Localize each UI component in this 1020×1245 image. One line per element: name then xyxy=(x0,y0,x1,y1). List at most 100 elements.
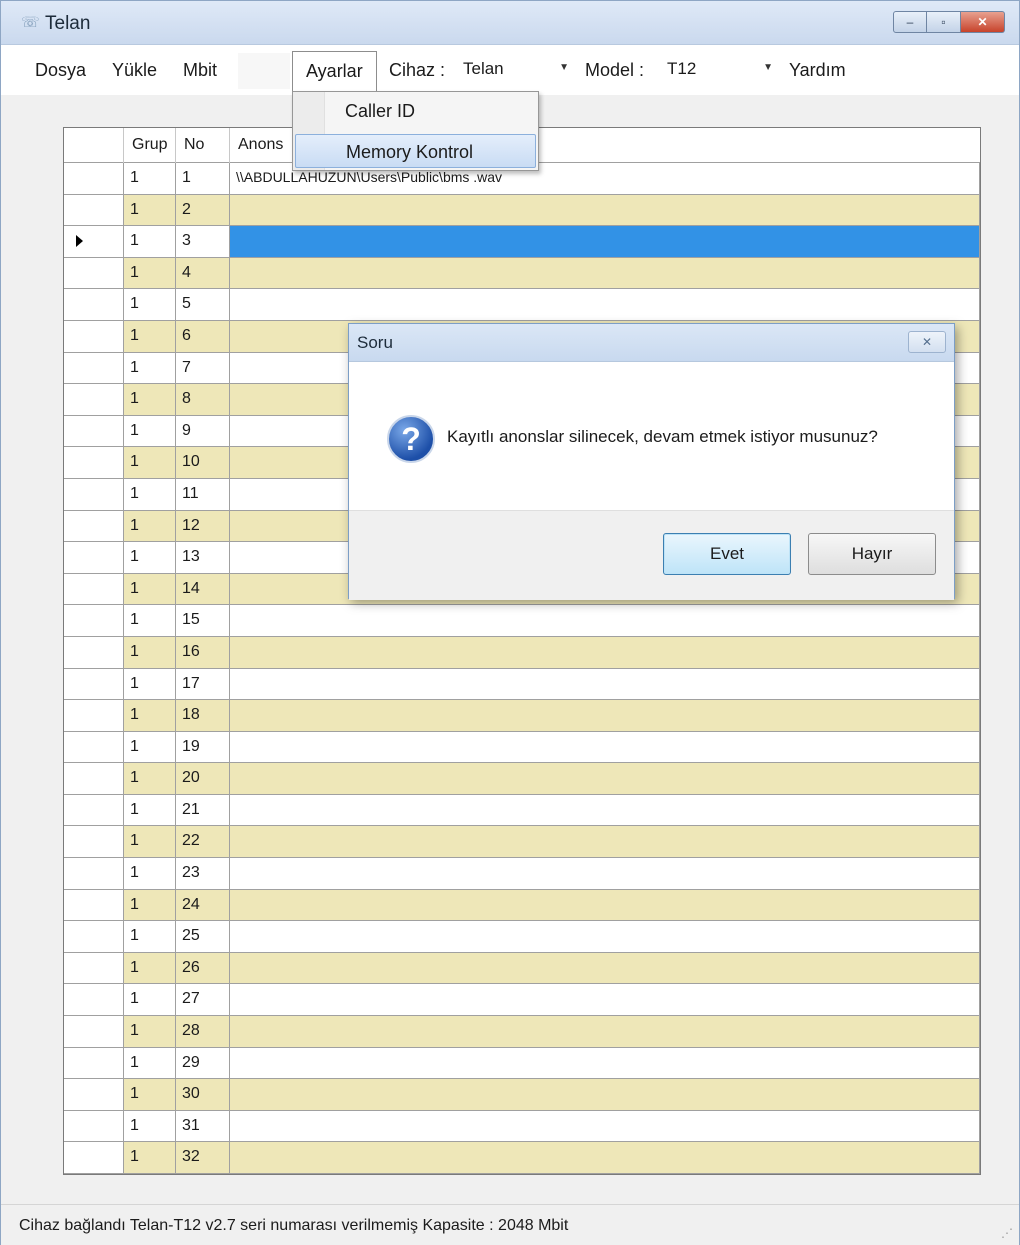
close-button[interactable]: ✕ xyxy=(961,11,1005,33)
cell-grup[interactable]: 1 xyxy=(124,478,176,510)
cell-anons[interactable] xyxy=(230,858,980,889)
cell-anons[interactable] xyxy=(230,1142,980,1173)
cell-grup[interactable]: 1 xyxy=(124,605,176,636)
cell-no[interactable]: 20 xyxy=(176,763,230,794)
cell-grup[interactable]: 1 xyxy=(124,1079,176,1110)
cell-grup[interactable]: 1 xyxy=(124,636,176,668)
row-header[interactable] xyxy=(64,194,124,226)
cell-anons[interactable] xyxy=(230,289,980,320)
menu-yukle[interactable]: Yükle xyxy=(112,60,157,81)
table-row[interactable]: 14 xyxy=(64,257,980,290)
cell-grup[interactable]: 1 xyxy=(124,415,176,447)
cell-no[interactable]: 9 xyxy=(176,415,230,447)
row-header[interactable] xyxy=(64,289,124,320)
cell-no[interactable]: 6 xyxy=(176,320,230,352)
cell-grup[interactable]: 1 xyxy=(124,921,176,952)
cell-no[interactable]: 15 xyxy=(176,605,230,636)
cell-grup[interactable]: 1 xyxy=(124,668,176,700)
cell-anons[interactable] xyxy=(230,1016,980,1047)
cell-no[interactable]: 7 xyxy=(176,352,230,384)
table-row[interactable]: 1 26 xyxy=(64,952,980,985)
row-header[interactable] xyxy=(64,542,124,573)
model-dropdown-arrow-icon[interactable]: ▼ xyxy=(763,62,773,73)
cell-no[interactable]: 21 xyxy=(176,794,230,826)
table-row[interactable]: 1 20 xyxy=(64,763,980,795)
table-row[interactable]: 1 15 xyxy=(64,605,980,637)
table-row[interactable]: 1 21 xyxy=(64,794,980,827)
cell-grup[interactable]: 1 xyxy=(124,1016,176,1047)
cell-grup[interactable]: 1 xyxy=(124,289,176,320)
cell-no[interactable]: 17 xyxy=(176,668,230,700)
cell-anons[interactable] xyxy=(230,763,980,794)
row-header[interactable] xyxy=(64,415,124,447)
minimize-button[interactable]: – xyxy=(893,11,927,33)
cell-anons[interactable] xyxy=(230,226,980,257)
cell-no[interactable]: 2 xyxy=(176,194,230,226)
cell-anons[interactable] xyxy=(230,257,980,289)
row-header[interactable] xyxy=(64,163,124,194)
row-header[interactable] xyxy=(64,668,124,700)
row-header[interactable] xyxy=(64,889,124,921)
menu-item-caller-id[interactable]: Caller ID xyxy=(295,94,536,128)
mbit-field[interactable] xyxy=(238,53,290,89)
cell-no[interactable]: 22 xyxy=(176,826,230,858)
cell-grup[interactable]: 1 xyxy=(124,352,176,384)
cell-no[interactable]: 14 xyxy=(176,573,230,605)
cell-grup[interactable]: 1 xyxy=(124,1110,176,1142)
cell-anons[interactable] xyxy=(230,1079,980,1110)
row-header[interactable] xyxy=(64,921,124,952)
menu-item-memory-kontrol[interactable]: Memory Kontrol xyxy=(295,134,536,168)
cell-grup[interactable]: 1 xyxy=(124,573,176,605)
header-grup[interactable]: Grup xyxy=(124,128,176,163)
dialog-close-icon[interactable]: ✕ xyxy=(908,331,946,353)
row-header[interactable] xyxy=(64,1047,124,1079)
resize-grip-icon[interactable]: ⋰ xyxy=(1001,1226,1013,1240)
cell-anons[interactable] xyxy=(230,1047,980,1079)
cell-no[interactable]: 5 xyxy=(176,289,230,320)
evet-button[interactable]: Evet xyxy=(663,533,791,575)
row-header[interactable] xyxy=(64,1016,124,1047)
cell-grup[interactable]: 1 xyxy=(124,384,176,415)
cell-no[interactable]: 18 xyxy=(176,700,230,731)
row-header[interactable] xyxy=(64,573,124,605)
table-row[interactable]: 1 31 xyxy=(64,1110,980,1143)
cell-no[interactable]: 23 xyxy=(176,858,230,889)
cell-anons[interactable] xyxy=(230,1110,980,1142)
cell-no[interactable]: 29 xyxy=(176,1047,230,1079)
row-header[interactable] xyxy=(64,794,124,826)
row-header[interactable] xyxy=(64,763,124,794)
cell-anons[interactable] xyxy=(230,605,980,636)
row-header[interactable] xyxy=(64,636,124,668)
cell-no[interactable]: 32 xyxy=(176,1142,230,1173)
table-row[interactable]: 1 27 xyxy=(64,984,980,1017)
cell-no[interactable]: 24 xyxy=(176,889,230,921)
cell-no[interactable]: 10 xyxy=(176,447,230,478)
cell-grup[interactable]: 1 xyxy=(124,194,176,226)
row-header[interactable] xyxy=(64,858,124,889)
cell-no[interactable]: 8 xyxy=(176,384,230,415)
row-header[interactable] xyxy=(64,384,124,415)
hayir-button[interactable]: Hayır xyxy=(808,533,936,575)
cell-grup[interactable]: 1 xyxy=(124,763,176,794)
cell-anons[interactable] xyxy=(230,794,980,826)
row-header[interactable] xyxy=(64,605,124,636)
cell-anons[interactable] xyxy=(230,826,980,858)
cell-no[interactable]: 25 xyxy=(176,921,230,952)
cell-grup[interactable]: 1 xyxy=(124,794,176,826)
cell-grup[interactable]: 1 xyxy=(124,226,176,257)
row-header[interactable] xyxy=(64,1110,124,1142)
cell-anons[interactable] xyxy=(230,731,980,763)
cell-anons[interactable] xyxy=(230,668,980,700)
row-header[interactable] xyxy=(64,952,124,984)
table-row[interactable]: 13 xyxy=(64,226,980,258)
cell-no[interactable]: 28 xyxy=(176,1016,230,1047)
row-header[interactable] xyxy=(64,478,124,510)
table-row[interactable]: 1 17 xyxy=(64,668,980,701)
cell-grup[interactable]: 1 xyxy=(124,163,176,194)
cell-anons[interactable] xyxy=(230,984,980,1016)
table-row[interactable]: 1 23 xyxy=(64,858,980,890)
row-header[interactable] xyxy=(64,320,124,352)
row-header[interactable] xyxy=(64,700,124,731)
row-header[interactable] xyxy=(64,1142,124,1173)
row-header[interactable] xyxy=(64,984,124,1016)
